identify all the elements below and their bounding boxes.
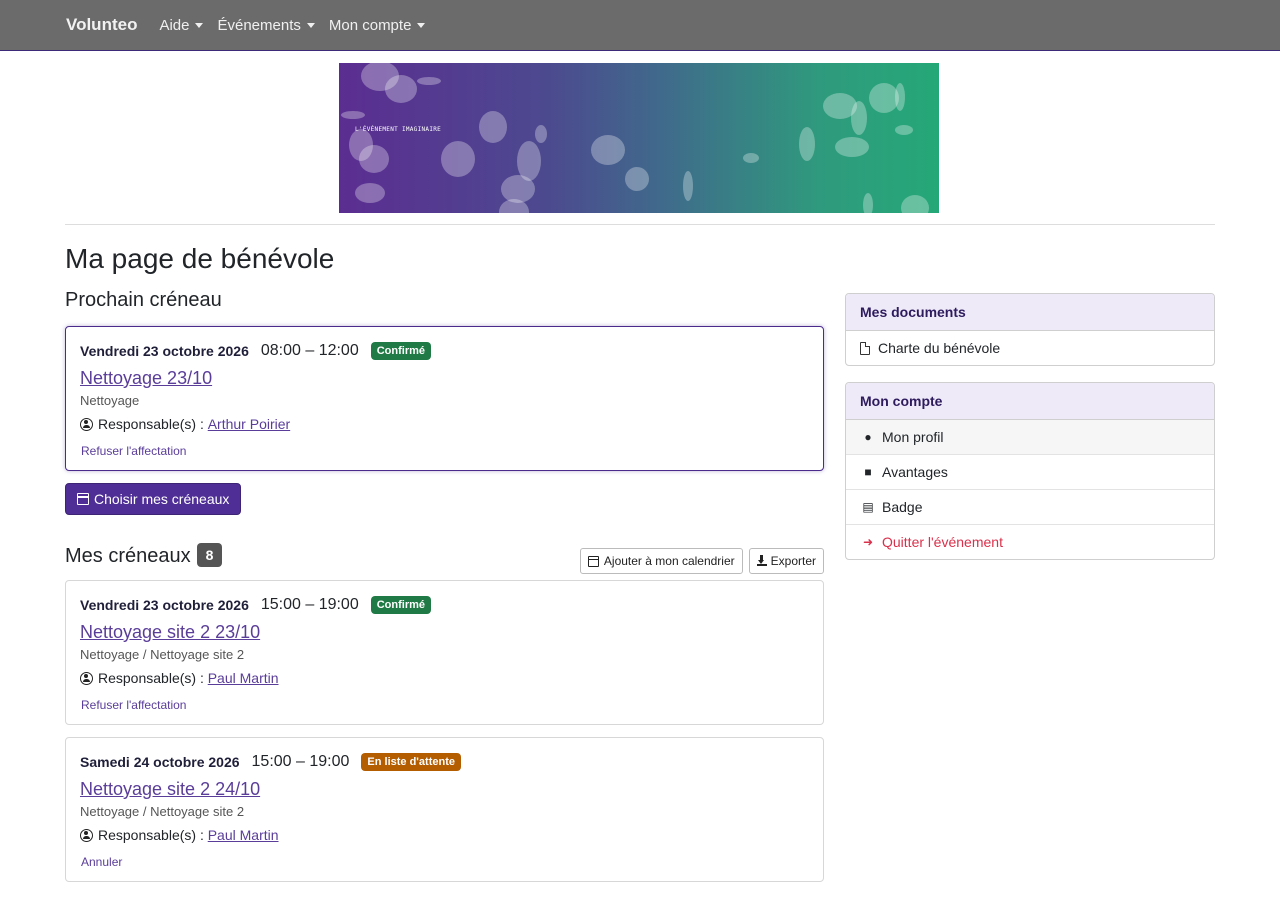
slot-time: 15:00 – 19:00: [251, 753, 350, 770]
choose-slots-label: Choisir mes créneaux: [94, 491, 230, 507]
download-icon: [756, 555, 767, 566]
slot-responsible: Responsable(s) : Paul Martin: [80, 670, 809, 686]
responsible-link[interactable]: Paul Martin: [208, 670, 279, 686]
account-item-label: Quitter l'événement: [882, 534, 1003, 550]
main-container: L'ÉVÉNEMENT IMAGINAIRE Ma page de bénévo…: [65, 51, 1215, 882]
slot-time: 08:00 – 12:00: [260, 342, 359, 359]
nav-account-dropdown[interactable]: Mon compte: [329, 17, 426, 34]
slot-card: Samedi 24 octobre 2026 15:00 – 19:00 En …: [65, 737, 824, 882]
account-item-perks[interactable]: ■ Avantages: [846, 454, 1214, 489]
slot-title-link[interactable]: Nettoyage site 2 24/10: [80, 779, 809, 800]
calendar-plus-icon: [587, 555, 599, 567]
nav-help-label: Aide: [159, 16, 190, 34]
cancel-link[interactable]: Annuler: [81, 855, 809, 869]
refuse-assignment-link[interactable]: Refuser l'affectation: [81, 444, 809, 458]
documents-panel: Mes documents Charte du bénévole: [845, 293, 1215, 366]
responsible-link[interactable]: Arthur Poirier: [208, 416, 290, 432]
status-badge: Confirmé: [370, 596, 432, 614]
slot-subtitle: Nettoyage / Nettoyage site 2: [80, 804, 245, 819]
event-banner: L'ÉVÉNEMENT IMAGINAIRE: [339, 63, 939, 213]
account-item-label: Mon profil: [882, 429, 944, 445]
user-circle-icon: [80, 828, 93, 842]
nav-events-label: Événements: [217, 16, 301, 34]
account-item-label: Avantages: [882, 464, 948, 480]
account-item-leave-event[interactable]: ➜ Quitter l'événement: [846, 524, 1214, 559]
slot-time: 15:00 – 19:00: [260, 596, 359, 613]
document-label: Charte du bénévole: [878, 340, 1001, 356]
user-icon: ●: [864, 430, 872, 444]
slot-date: Vendredi 23 octobre 2026: [80, 343, 249, 359]
slot-count-badge: 8: [196, 543, 223, 567]
responsible-label: Responsable(s) :: [98, 416, 204, 432]
file-icon: [860, 341, 870, 355]
nav-events-dropdown[interactable]: Événements: [217, 16, 315, 34]
account-panel: Mon compte ● Mon profil ■ Avantages ▤ Ba…: [845, 382, 1215, 560]
user-circle-icon: [80, 417, 93, 431]
responsible-label: Responsable(s) :: [98, 670, 204, 686]
refuse-assignment-link[interactable]: Refuser l'affectation: [81, 698, 809, 712]
account-item-badge[interactable]: ▤ Badge: [846, 489, 1214, 524]
choose-slots-button[interactable]: Choisir mes créneaux: [65, 483, 242, 515]
caret-down-icon: [195, 22, 204, 28]
nav-help-dropdown[interactable]: Aide: [159, 16, 204, 34]
export-button[interactable]: Exporter: [748, 548, 824, 574]
add-to-calendar-label: Ajouter à mon calendrier: [603, 554, 735, 568]
account-heading: Mon compte: [846, 383, 1214, 420]
id-card-icon: ▤: [862, 500, 874, 514]
add-to-calendar-button[interactable]: Ajouter à mon calendrier: [579, 548, 743, 574]
main-column: Prochain créneau Vendredi 23 octobre 202…: [65, 289, 824, 882]
my-slots-title: Mes créneaux: [65, 545, 191, 567]
slot-date: Vendredi 23 octobre 2026: [80, 597, 249, 613]
top-navbar: Volunteo Aide Événements Mon compte: [0, 0, 1280, 51]
slot-card: Vendredi 23 octobre 2026 15:00 – 19:00 C…: [65, 580, 824, 725]
account-item-label: Badge: [882, 499, 923, 515]
responsible-label: Responsable(s) :: [98, 827, 204, 843]
caret-down-icon: [306, 22, 315, 28]
slot-title-link[interactable]: Nettoyage site 2 23/10: [80, 622, 809, 643]
user-circle-icon: [80, 671, 93, 685]
my-slots-heading: Mes créneaux 8: [65, 543, 223, 568]
sidebar-column: Mes documents Charte du bénévole Mon com…: [845, 293, 1215, 576]
next-slot-heading: Prochain créneau: [65, 289, 222, 311]
gift-icon: ■: [864, 465, 872, 479]
banner-caption: L'ÉVÉNEMENT IMAGINAIRE: [355, 126, 442, 133]
document-item-charter[interactable]: Charte du bénévole: [846, 331, 1214, 365]
sign-out-icon: ➜: [862, 535, 874, 549]
responsible-link[interactable]: Paul Martin: [208, 827, 279, 843]
brand-link[interactable]: Volunteo: [66, 15, 137, 35]
account-item-profile[interactable]: ● Mon profil: [846, 420, 1214, 454]
slot-title-link[interactable]: Nettoyage 23/10: [80, 368, 809, 389]
status-badge: Confirmé: [370, 342, 432, 360]
documents-heading: Mes documents: [846, 294, 1214, 331]
slot-responsible: Responsable(s) : Arthur Poirier: [80, 416, 809, 432]
calendar-icon: [77, 493, 89, 505]
slot-subtitle: Nettoyage / Nettoyage site 2: [80, 647, 245, 662]
export-label: Exporter: [770, 554, 816, 568]
page-title: Ma page de bénévole: [65, 243, 335, 274]
next-slot-card: Vendredi 23 octobre 2026 08:00 – 12:00 C…: [65, 326, 824, 471]
banner-area: L'ÉVÉNEMENT IMAGINAIRE: [65, 51, 1215, 225]
caret-down-icon: [417, 22, 426, 28]
slot-subtitle: Nettoyage: [80, 393, 140, 408]
nav-account-label: Mon compte: [328, 16, 412, 34]
status-badge: En liste d'attente: [361, 753, 461, 771]
slot-date: Samedi 24 octobre 2026: [80, 754, 240, 770]
slot-responsible: Responsable(s) : Paul Martin: [80, 827, 809, 843]
